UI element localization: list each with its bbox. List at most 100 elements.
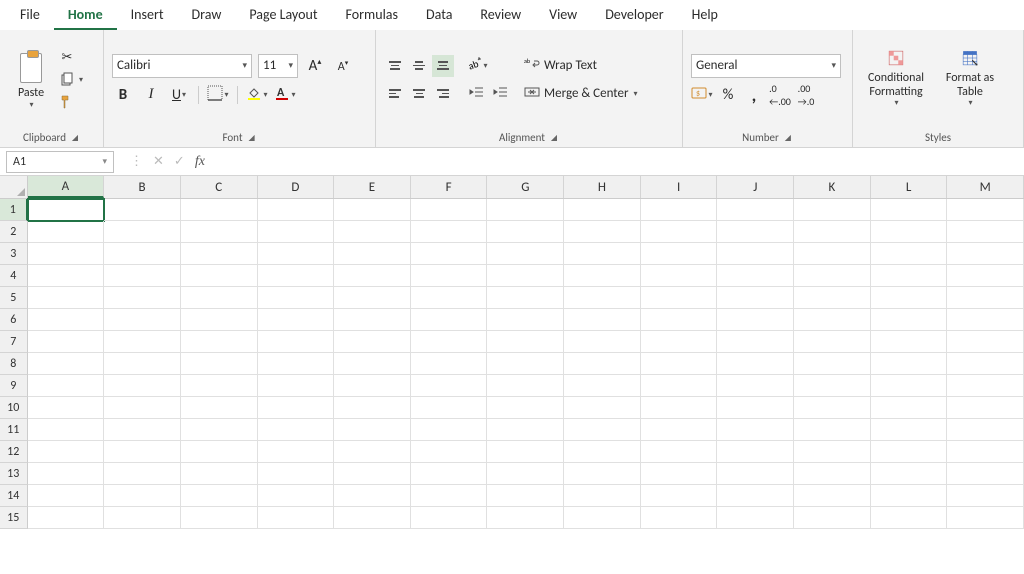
cell-L4[interactable] bbox=[871, 265, 948, 287]
cell-J4[interactable] bbox=[717, 265, 794, 287]
row-header-11[interactable]: 11 bbox=[0, 419, 28, 441]
cell-J6[interactable] bbox=[717, 309, 794, 331]
enter-icon[interactable]: ✓ bbox=[174, 154, 185, 169]
menu-draw[interactable]: Draw bbox=[178, 0, 236, 30]
cell-B15[interactable] bbox=[104, 507, 181, 529]
cell-A6[interactable] bbox=[28, 309, 105, 331]
cell-L2[interactable] bbox=[871, 221, 948, 243]
cell-C7[interactable] bbox=[181, 331, 258, 353]
cell-H1[interactable] bbox=[564, 199, 641, 221]
cell-H12[interactable] bbox=[564, 441, 641, 463]
cell-B12[interactable] bbox=[104, 441, 181, 463]
merge-center-button[interactable]: Merge & Center ▾ bbox=[524, 84, 638, 104]
paste-button[interactable]: Paste ▾ bbox=[8, 50, 54, 110]
cell-I9[interactable] bbox=[641, 375, 718, 397]
cell-F3[interactable] bbox=[411, 243, 488, 265]
cell-J3[interactable] bbox=[717, 243, 794, 265]
cell-B9[interactable] bbox=[104, 375, 181, 397]
cell-I12[interactable] bbox=[641, 441, 718, 463]
cell-J14[interactable] bbox=[717, 485, 794, 507]
cell-K11[interactable] bbox=[794, 419, 871, 441]
format-as-table-button[interactable]: Format as Table▾ bbox=[935, 50, 1005, 109]
menu-home[interactable]: Home bbox=[54, 0, 117, 30]
cell-I3[interactable] bbox=[641, 243, 718, 265]
cell-K14[interactable] bbox=[794, 485, 871, 507]
cell-A11[interactable] bbox=[28, 419, 105, 441]
cell-B14[interactable] bbox=[104, 485, 181, 507]
cell-M14[interactable] bbox=[947, 485, 1024, 507]
cell-G5[interactable] bbox=[487, 287, 564, 309]
cell-A10[interactable] bbox=[28, 397, 105, 419]
cell-A7[interactable] bbox=[28, 331, 105, 353]
cut-button[interactable]: ✂ bbox=[58, 49, 83, 67]
cell-C9[interactable] bbox=[181, 375, 258, 397]
decrease-indent-button[interactable] bbox=[466, 83, 488, 105]
cell-E14[interactable] bbox=[334, 485, 411, 507]
dialog-launcher-icon[interactable]: ◢ bbox=[247, 133, 257, 143]
cell-D2[interactable] bbox=[258, 221, 335, 243]
cell-F7[interactable] bbox=[411, 331, 488, 353]
cell-G10[interactable] bbox=[487, 397, 564, 419]
cell-C3[interactable] bbox=[181, 243, 258, 265]
font-size-combo[interactable]: 11▾ bbox=[258, 54, 298, 78]
cell-K2[interactable] bbox=[794, 221, 871, 243]
cell-B13[interactable] bbox=[104, 463, 181, 485]
row-header-6[interactable]: 6 bbox=[0, 309, 28, 331]
cell-H3[interactable] bbox=[564, 243, 641, 265]
fill-color-button[interactable]: ▾ bbox=[246, 84, 268, 106]
cell-M9[interactable] bbox=[947, 375, 1024, 397]
cell-J13[interactable] bbox=[717, 463, 794, 485]
cell-E11[interactable] bbox=[334, 419, 411, 441]
cell-D5[interactable] bbox=[258, 287, 335, 309]
cell-D11[interactable] bbox=[258, 419, 335, 441]
cell-M11[interactable] bbox=[947, 419, 1024, 441]
row-header-8[interactable]: 8 bbox=[0, 353, 28, 375]
cell-E9[interactable] bbox=[334, 375, 411, 397]
cell-I13[interactable] bbox=[641, 463, 718, 485]
cell-D12[interactable] bbox=[258, 441, 335, 463]
col-header-E[interactable]: E bbox=[334, 176, 411, 198]
cell-L12[interactable] bbox=[871, 441, 948, 463]
cell-A1[interactable] bbox=[28, 199, 105, 221]
cell-I7[interactable] bbox=[641, 331, 718, 353]
cell-L5[interactable] bbox=[871, 287, 948, 309]
align-right-button[interactable] bbox=[432, 83, 454, 105]
cell-I5[interactable] bbox=[641, 287, 718, 309]
cell-F1[interactable] bbox=[411, 199, 488, 221]
cell-D10[interactable] bbox=[258, 397, 335, 419]
cell-G12[interactable] bbox=[487, 441, 564, 463]
menu-formulas[interactable]: Formulas bbox=[332, 0, 412, 30]
cell-L14[interactable] bbox=[871, 485, 948, 507]
cell-K9[interactable] bbox=[794, 375, 871, 397]
formula-input[interactable] bbox=[215, 148, 1024, 175]
cell-C15[interactable] bbox=[181, 507, 258, 529]
cell-J1[interactable] bbox=[717, 199, 794, 221]
font-color-button[interactable]: A▾ bbox=[274, 84, 296, 106]
cell-I8[interactable] bbox=[641, 353, 718, 375]
cell-B6[interactable] bbox=[104, 309, 181, 331]
menu-data[interactable]: Data bbox=[412, 0, 466, 30]
cell-H4[interactable] bbox=[564, 265, 641, 287]
cell-K1[interactable] bbox=[794, 199, 871, 221]
cell-G11[interactable] bbox=[487, 419, 564, 441]
dialog-launcher-icon[interactable]: ◢ bbox=[70, 133, 80, 143]
cell-K4[interactable] bbox=[794, 265, 871, 287]
menu-insert[interactable]: Insert bbox=[117, 0, 178, 30]
cell-E15[interactable] bbox=[334, 507, 411, 529]
cell-I6[interactable] bbox=[641, 309, 718, 331]
col-header-I[interactable]: I bbox=[641, 176, 718, 198]
decrease-decimal-button[interactable]: .00→.0 bbox=[795, 84, 817, 106]
cell-F5[interactable] bbox=[411, 287, 488, 309]
col-header-M[interactable]: M bbox=[947, 176, 1024, 198]
dialog-launcher-icon[interactable]: ◢ bbox=[549, 133, 559, 143]
cell-L7[interactable] bbox=[871, 331, 948, 353]
format-painter-button[interactable] bbox=[58, 93, 83, 111]
cell-C12[interactable] bbox=[181, 441, 258, 463]
col-header-D[interactable]: D bbox=[258, 176, 335, 198]
cell-G13[interactable] bbox=[487, 463, 564, 485]
cell-M7[interactable] bbox=[947, 331, 1024, 353]
cell-K8[interactable] bbox=[794, 353, 871, 375]
percent-button[interactable]: % bbox=[717, 84, 739, 106]
cell-M4[interactable] bbox=[947, 265, 1024, 287]
cell-F2[interactable] bbox=[411, 221, 488, 243]
